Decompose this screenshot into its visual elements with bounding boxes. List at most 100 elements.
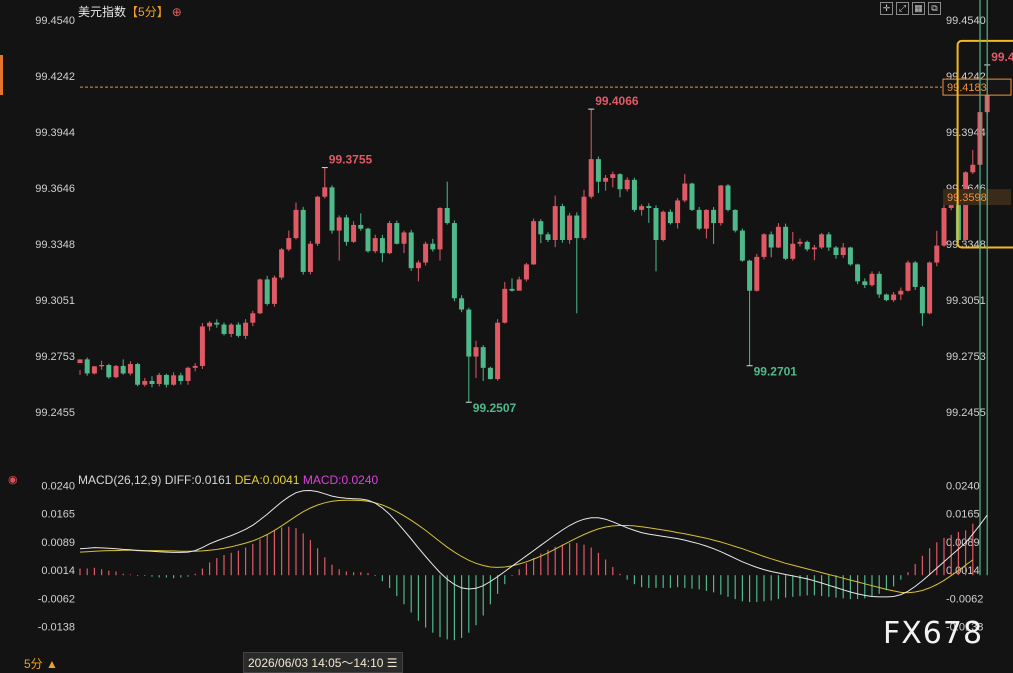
candle-body xyxy=(135,364,141,385)
period-selector[interactable]: 5分 ▲ xyxy=(24,655,58,672)
candle-body xyxy=(631,179,637,210)
candle-body xyxy=(430,243,436,250)
candle-body xyxy=(934,245,940,263)
candle-body xyxy=(235,324,241,336)
candle-body xyxy=(696,209,702,229)
candle-body xyxy=(855,264,861,282)
candle-body xyxy=(523,264,529,280)
indicator-settings-icon[interactable]: ◉ xyxy=(8,473,18,486)
candle-body xyxy=(178,375,184,381)
macd-value: MACD:0.0240 xyxy=(302,473,379,487)
candle-body xyxy=(682,183,688,201)
candle-body xyxy=(192,365,198,368)
candle-body xyxy=(415,262,421,269)
candle-body xyxy=(538,221,544,235)
candle-body xyxy=(739,230,745,261)
candle-body xyxy=(91,366,97,374)
candle-body xyxy=(163,374,169,385)
candle-body xyxy=(300,209,306,272)
candle-body xyxy=(912,262,918,287)
candle-body xyxy=(99,364,105,367)
candle-body xyxy=(387,223,393,254)
candle-body xyxy=(84,359,90,374)
candle-body xyxy=(473,347,479,357)
macd-tick-left: -0.0062 xyxy=(38,593,75,605)
candle-body xyxy=(675,200,681,224)
candle-body xyxy=(199,326,205,366)
candle-body xyxy=(207,322,213,327)
macd-tick-left: -0.0138 xyxy=(38,622,75,634)
candle-body xyxy=(711,209,717,224)
y-tick-left: 99.3051 xyxy=(35,295,75,307)
prev-price-label: 99.3598 xyxy=(947,192,987,204)
candle-body xyxy=(768,234,774,248)
chart-canvas[interactable]: 99.4540 99.454099.4242 99.424299.3944 99.39… xyxy=(0,0,1013,672)
candle-body xyxy=(927,262,933,314)
candle-body xyxy=(495,322,501,380)
candle-body xyxy=(437,208,443,250)
candle-body xyxy=(271,277,277,304)
candle-body xyxy=(156,374,162,384)
candle-body xyxy=(905,262,911,291)
candle-body xyxy=(862,281,868,286)
candle-body xyxy=(185,367,191,381)
candle-body xyxy=(408,232,414,269)
candle-body xyxy=(423,243,429,263)
y-tick-left: 99.3944 xyxy=(35,127,75,139)
candle-body xyxy=(732,209,738,231)
candle-body xyxy=(379,238,385,254)
candle-body xyxy=(315,196,321,244)
y-tick-left: 99.3646 xyxy=(35,183,75,195)
y-tick-left: 99.3348 xyxy=(35,239,75,251)
candle-body xyxy=(595,159,601,182)
candle-body xyxy=(322,187,328,197)
candle-body xyxy=(329,187,335,231)
candle-body xyxy=(444,208,450,224)
candle-body xyxy=(343,217,349,242)
candle-body xyxy=(531,221,537,265)
candle-body xyxy=(826,234,832,248)
macd-tick-left: 0.0165 xyxy=(41,509,75,521)
candle-body xyxy=(480,347,486,368)
candle-body xyxy=(401,232,407,244)
candle-body xyxy=(883,294,889,301)
candle-body xyxy=(394,223,400,244)
candle-body xyxy=(646,206,652,209)
candle-body xyxy=(77,359,83,364)
candle-body xyxy=(365,228,371,252)
cursor-time-label: 2026/06/03 14:05～14:10 ☰ xyxy=(243,652,403,673)
candle-body xyxy=(466,309,472,357)
candle-body xyxy=(819,234,825,248)
candle-body xyxy=(516,279,522,291)
candle-body xyxy=(891,294,897,301)
macd-tick-left: 0.0240 xyxy=(41,481,75,493)
candle-body xyxy=(689,183,695,210)
candle-body xyxy=(574,215,580,239)
low-annotation: 99.2507 xyxy=(473,401,517,415)
candle-body xyxy=(617,174,623,190)
y-tick-left: 99.2753 xyxy=(35,351,75,363)
candle-body xyxy=(171,375,177,385)
candle-body xyxy=(509,288,515,291)
y-tick-left: 99.4540 xyxy=(35,15,75,27)
candle-body xyxy=(221,324,227,334)
candle-body xyxy=(624,179,630,190)
candle-body xyxy=(869,273,875,286)
candle-body xyxy=(559,206,565,240)
candle-body xyxy=(372,238,378,252)
candle-body xyxy=(358,224,364,229)
candle-body xyxy=(502,288,508,323)
candle-body xyxy=(142,380,148,385)
candle-body xyxy=(804,241,810,250)
candle-body xyxy=(840,247,846,256)
candle-body xyxy=(120,365,126,374)
candle-body xyxy=(660,211,666,240)
candle-body xyxy=(811,247,817,250)
candle-body xyxy=(783,226,789,259)
candle-body xyxy=(603,177,609,182)
candle-body xyxy=(336,217,342,231)
candle-body xyxy=(653,208,659,240)
candle-body xyxy=(876,273,882,295)
macd-tick-left: 0.0014 xyxy=(41,565,75,577)
candle-body xyxy=(127,364,133,374)
